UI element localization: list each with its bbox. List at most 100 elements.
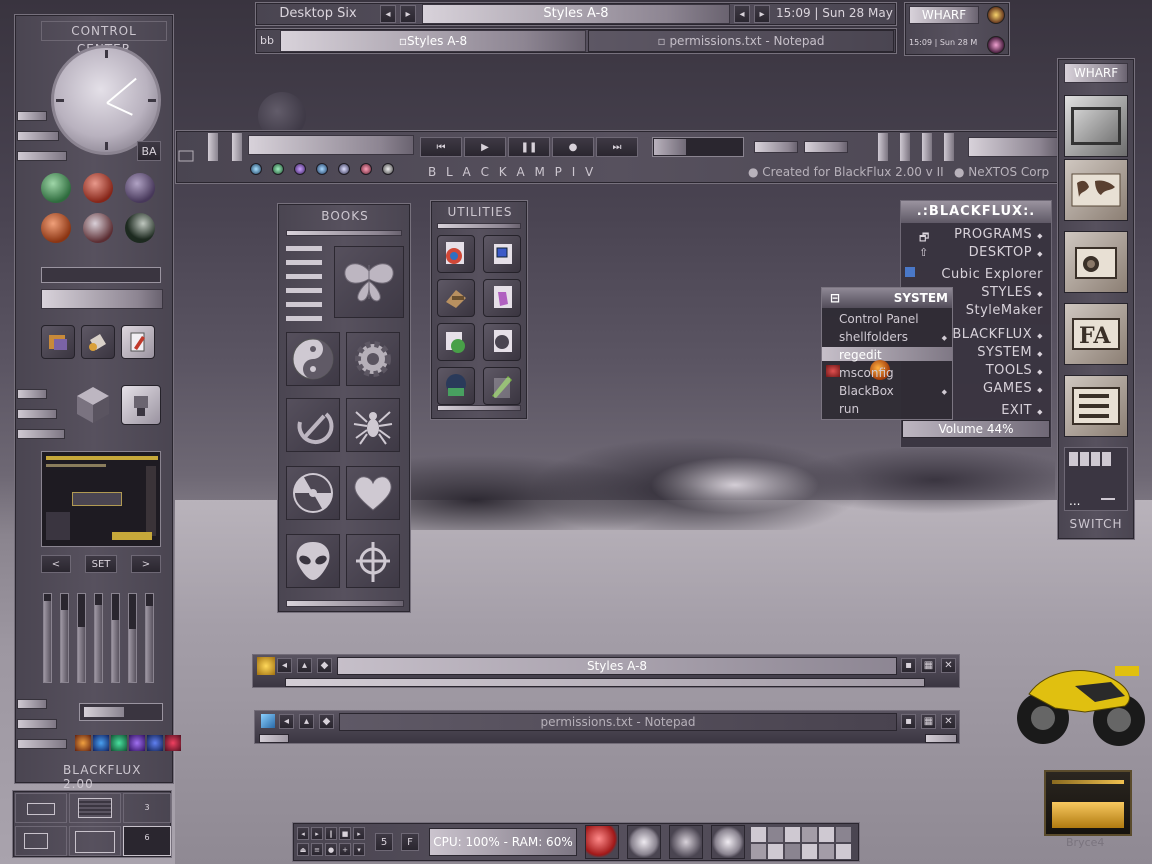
amp-next-button[interactable]: ⏭ bbox=[596, 137, 638, 157]
window-minimize-button[interactable]: ▪ bbox=[901, 714, 916, 729]
window-title[interactable]: Styles A-8 bbox=[337, 657, 897, 675]
mini-down-button[interactable]: ▾ bbox=[353, 843, 365, 856]
menu-item-exit[interactable]: EXIT ◆ bbox=[1001, 403, 1043, 418]
heart-icon[interactable] bbox=[346, 466, 400, 520]
brightness-slider[interactable] bbox=[79, 703, 163, 721]
files-icon[interactable] bbox=[41, 325, 75, 359]
radiation-icon[interactable] bbox=[286, 466, 340, 520]
window-restore-button[interactable]: ◂ bbox=[279, 714, 294, 729]
monitor-icon[interactable] bbox=[1064, 95, 1128, 157]
window-restore-button[interactable]: ◂ bbox=[277, 658, 292, 673]
mini-eject-button[interactable]: ⏏ bbox=[297, 843, 309, 856]
eq-slider[interactable] bbox=[922, 133, 932, 161]
workspace-prev-button[interactable]: ◂ bbox=[380, 5, 396, 23]
mini-play-button[interactable]: ▸ bbox=[311, 827, 323, 840]
window-shade-up-button[interactable]: ▴ bbox=[297, 658, 312, 673]
next-button[interactable]: > bbox=[131, 555, 161, 573]
pager-desktop-5[interactable] bbox=[69, 826, 121, 856]
flask-document-icon[interactable] bbox=[483, 279, 521, 317]
tray-icon[interactable] bbox=[819, 844, 834, 859]
menu-item-blackflux[interactable]: BLACKFLUX ◆ bbox=[952, 327, 1043, 342]
amp-led[interactable] bbox=[338, 163, 350, 175]
amp-handle-1[interactable] bbox=[208, 133, 218, 161]
system-item-regedit[interactable]: regedit bbox=[839, 348, 949, 362]
desktop-preview-thumbnail[interactable] bbox=[41, 451, 161, 547]
level-slider[interactable] bbox=[94, 593, 103, 683]
menu-item-system[interactable]: SYSTEM ◆ bbox=[977, 345, 1043, 360]
system-item-blackbox[interactable]: BlackBox ◆ bbox=[839, 384, 949, 398]
eq-slider[interactable] bbox=[878, 133, 888, 161]
pager-desktop-3[interactable]: 3 bbox=[123, 793, 171, 823]
volume-bar[interactable]: Volume 44% bbox=[902, 420, 1050, 438]
mini-prev-button[interactable]: ◂ bbox=[297, 827, 309, 840]
style-next-button[interactable]: ▸ bbox=[754, 5, 770, 23]
count-button[interactable]: 5 bbox=[375, 833, 393, 851]
level-slider[interactable] bbox=[43, 593, 52, 683]
tray-icon[interactable] bbox=[768, 844, 783, 859]
red-alien-icon[interactable] bbox=[83, 173, 113, 203]
amp-handle-2[interactable] bbox=[232, 133, 242, 161]
rocket-icon[interactable] bbox=[483, 367, 521, 405]
level-slider[interactable] bbox=[111, 593, 120, 683]
amp-led[interactable] bbox=[272, 163, 284, 175]
amp-balance-bar[interactable] bbox=[804, 141, 848, 153]
power-plug-icon[interactable] bbox=[121, 385, 161, 425]
amp-play-button[interactable]: ▶ bbox=[464, 137, 506, 157]
menu-item-tools[interactable]: TOOLS ◆ bbox=[986, 363, 1043, 378]
red-swatch-icon[interactable] bbox=[165, 735, 181, 751]
mini-stop-button[interactable]: ■ bbox=[339, 827, 351, 840]
menu-item-games[interactable]: GAMES ◆ bbox=[983, 381, 1043, 396]
amp-led[interactable] bbox=[360, 163, 372, 175]
tray-icon[interactable] bbox=[836, 827, 851, 842]
mixer-icon[interactable] bbox=[1064, 375, 1128, 437]
tray-icon[interactable] bbox=[802, 827, 817, 842]
blue-swatch-icon[interactable] bbox=[93, 735, 109, 751]
orange-swatch-icon[interactable] bbox=[75, 735, 91, 751]
amp-stop-button[interactable]: ● bbox=[552, 137, 594, 157]
level-slider[interactable] bbox=[60, 593, 69, 683]
mars-sphere-icon[interactable] bbox=[41, 213, 71, 243]
amp-led[interactable] bbox=[250, 163, 262, 175]
moth-icon[interactable] bbox=[334, 246, 404, 318]
chrome-sphere-icon[interactable] bbox=[83, 213, 113, 243]
green-alien-icon[interactable] bbox=[41, 173, 71, 203]
mini-next-button[interactable]: ▸ bbox=[353, 827, 365, 840]
style-prev-button[interactable]: ◂ bbox=[734, 5, 750, 23]
network-globe-icon[interactable] bbox=[437, 235, 475, 273]
bryce-app-icon[interactable] bbox=[1044, 770, 1132, 836]
violet-swatch-icon[interactable] bbox=[129, 735, 145, 751]
dark-sphere-icon[interactable] bbox=[125, 213, 155, 243]
amp-led[interactable] bbox=[316, 163, 328, 175]
control-input-field[interactable] bbox=[41, 267, 161, 283]
yin-yang-icon[interactable] bbox=[286, 332, 340, 386]
workspace-next-button[interactable]: ▸ bbox=[400, 5, 416, 23]
system-item-run[interactable]: run bbox=[839, 402, 949, 416]
tray-icon[interactable] bbox=[836, 844, 851, 859]
window-styles-a8[interactable]: ◂ ▴ ◆ Styles A-8 ▪ ▦ ✕ bbox=[252, 654, 960, 688]
task-notepad[interactable]: ▫ permissions.txt - Notepad bbox=[588, 30, 894, 52]
level-slider[interactable] bbox=[77, 593, 86, 683]
window-shade-up-button[interactable]: ▴ bbox=[299, 714, 314, 729]
amp-menu-icon[interactable] bbox=[178, 149, 198, 169]
mini-pause-button[interactable]: ‖ bbox=[325, 827, 337, 840]
fonts-icon[interactable]: FA bbox=[1064, 303, 1128, 365]
folder-icon[interactable] bbox=[257, 657, 275, 675]
style-name-bar[interactable]: Styles A-8 bbox=[422, 4, 730, 24]
pager-desktop-4[interactable] bbox=[15, 826, 67, 856]
shell-orb-icon[interactable] bbox=[711, 825, 745, 859]
tray-icon[interactable] bbox=[802, 844, 817, 859]
switch-button[interactable]: SWITCH bbox=[1064, 517, 1128, 531]
amp-seek-bar[interactable] bbox=[652, 137, 744, 157]
alien-icon[interactable] bbox=[286, 534, 340, 588]
mini-plus-button[interactable]: + bbox=[339, 843, 351, 856]
spider-icon[interactable] bbox=[346, 398, 400, 452]
level-slider[interactable] bbox=[145, 593, 154, 683]
previous-button[interactable]: < bbox=[41, 555, 71, 573]
notepad-icon[interactable] bbox=[261, 714, 275, 728]
crosshair-icon[interactable] bbox=[346, 534, 400, 588]
amp-led[interactable] bbox=[294, 163, 306, 175]
wharf-pager[interactable]: ... bbox=[1064, 447, 1128, 511]
indigo-swatch-icon[interactable] bbox=[147, 735, 163, 751]
level-slider[interactable] bbox=[128, 593, 137, 683]
eq-slider[interactable] bbox=[900, 133, 910, 161]
